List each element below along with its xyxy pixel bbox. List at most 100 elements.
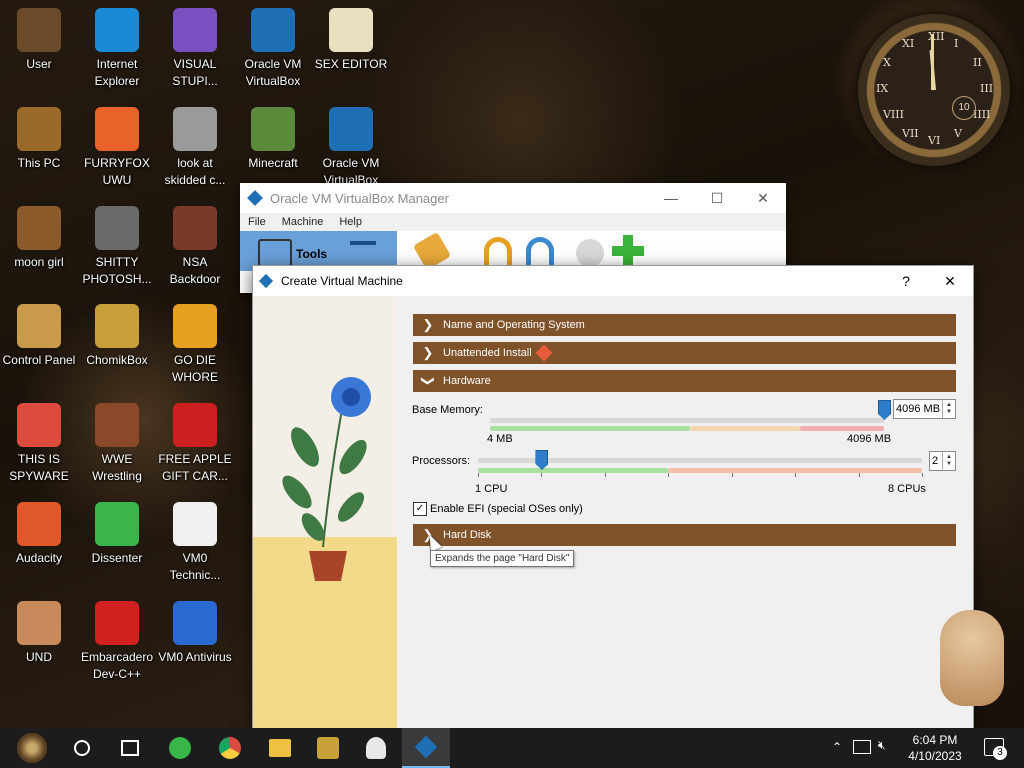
desktop-icon-label: Dissenter bbox=[91, 551, 143, 565]
dissenter-icon bbox=[169, 737, 191, 759]
menu-help[interactable]: Help bbox=[331, 216, 370, 228]
doctor-icon bbox=[366, 737, 386, 759]
desktop-icon[interactable]: UND bbox=[0, 601, 78, 666]
memory-red-zone bbox=[800, 426, 884, 431]
maximize-button[interactable]: ☐ bbox=[694, 183, 740, 213]
desktop-icon[interactable]: SEX EDITOR bbox=[312, 8, 390, 73]
menu-file[interactable]: File bbox=[240, 216, 274, 228]
desktop-icon[interactable]: Internet Explorer bbox=[78, 8, 156, 90]
efi-checkbox[interactable]: ✓ bbox=[413, 502, 427, 516]
section-name-os[interactable]: ❯ Name and Operating System bbox=[413, 314, 956, 336]
desktop-icon[interactable]: ChomikBox bbox=[78, 304, 156, 369]
section-unattended-label: Unattended Install bbox=[443, 347, 532, 359]
desktop-icon[interactable]: SHITTY PHOTOSH... bbox=[78, 206, 156, 288]
steampunk-screen-icon bbox=[173, 206, 217, 250]
tv-icon bbox=[95, 403, 139, 447]
base-memory-spinbox[interactable]: 4096 MB ▲ ▼ bbox=[893, 399, 956, 419]
discard-arrow-icon[interactable] bbox=[484, 237, 512, 265]
desktop-icon-label: SHITTY PHOTOSH... bbox=[82, 255, 152, 286]
warning-icon bbox=[535, 344, 553, 362]
start-button[interactable] bbox=[8, 728, 56, 768]
dialog-titlebar[interactable]: Create Virtual Machine bbox=[253, 266, 973, 296]
devcpp-icon bbox=[95, 601, 139, 645]
desktop-icon[interactable]: FURRYFOX UWU bbox=[78, 107, 156, 189]
processors-label: Processors: bbox=[412, 455, 471, 467]
firefox-icon bbox=[95, 107, 139, 151]
copy-pages-icon bbox=[173, 107, 217, 151]
chrome-icon bbox=[219, 737, 241, 759]
search-button[interactable] bbox=[58, 728, 106, 768]
minimize-button[interactable]: — bbox=[648, 183, 694, 213]
desktop-icon[interactable]: User bbox=[0, 8, 78, 73]
clock-numeral: VII bbox=[902, 127, 919, 141]
clock-date: 4/10/2023 bbox=[908, 749, 962, 763]
desktop-icon[interactable]: Control Panel bbox=[0, 304, 78, 369]
clock-numeral: X bbox=[882, 56, 891, 69]
chevron-up-icon[interactable]: ⌃ bbox=[832, 740, 842, 754]
desktop-icon[interactable]: WWE Wrestling bbox=[78, 403, 156, 485]
desktop-icon[interactable]: moon girl bbox=[0, 206, 78, 271]
spin-arrows-icon[interactable]: ▲ ▼ bbox=[942, 452, 955, 470]
network-icon[interactable] bbox=[853, 740, 871, 754]
spin-arrows-icon[interactable]: ▲ ▼ bbox=[942, 400, 955, 418]
processors-spinbox[interactable]: 2 ▲ ▼ bbox=[929, 451, 956, 471]
processors-slider-thumb[interactable] bbox=[535, 450, 549, 470]
hamster-box-icon bbox=[95, 304, 139, 348]
taskbar-chomikbox[interactable] bbox=[304, 728, 352, 768]
desktop-icon[interactable]: NSA Backdoor bbox=[156, 206, 234, 288]
cpu-min-label: 1 CPU bbox=[475, 483, 508, 495]
section-unattended-install[interactable]: ❯ Unattended Install bbox=[413, 342, 956, 364]
taskbar-chrome[interactable] bbox=[206, 728, 254, 768]
desktop-icon[interactable]: Oracle VM VirtualBox bbox=[312, 107, 390, 189]
desktop-icon[interactable]: Minecraft bbox=[234, 107, 312, 172]
help-button[interactable]: ? bbox=[883, 266, 929, 296]
desktop-icon[interactable]: GO DIE WHORE bbox=[156, 304, 234, 386]
add-plus-icon[interactable] bbox=[612, 235, 644, 267]
section-hardware[interactable]: ❯ Hardware bbox=[413, 370, 956, 392]
clock-numeral: I bbox=[954, 36, 959, 50]
slider-tick bbox=[795, 473, 797, 477]
desktop-icon-label: Audacity bbox=[15, 551, 63, 565]
close-button[interactable]: ✕ bbox=[740, 183, 786, 213]
slider-tick bbox=[668, 473, 670, 477]
section-hard-disk[interactable]: ❯ Hard Disk bbox=[413, 524, 956, 546]
base-memory-slider-thumb[interactable] bbox=[878, 400, 891, 420]
clock-widget: XII I II III IIII V VI VII VIII IX X XI 10 bbox=[858, 14, 1010, 166]
computer-icon bbox=[17, 107, 61, 151]
desktop-icon[interactable]: Dissenter bbox=[78, 502, 156, 567]
desktop-icon[interactable]: THIS IS SPYWARE bbox=[0, 403, 78, 485]
desktop-icon[interactable]: VM0 Technic... bbox=[156, 502, 234, 584]
base-memory-track[interactable] bbox=[490, 418, 884, 423]
taskbar-vm0[interactable] bbox=[352, 728, 400, 768]
chevron-right-icon: ❯ bbox=[422, 317, 434, 332]
desktop-icon-label: WWE Wrestling bbox=[92, 452, 142, 483]
processors-value: 2 bbox=[932, 455, 939, 467]
desktop-icon[interactable]: VISUAL STUPI... bbox=[156, 8, 234, 90]
task-view-button[interactable] bbox=[106, 728, 154, 768]
slider-tick bbox=[541, 473, 543, 477]
desktop-icon[interactable]: look at skidded c... bbox=[156, 107, 234, 189]
desktop-icon[interactable]: VM0 Antivirus bbox=[156, 601, 234, 666]
volume-muted-icon[interactable]: 🔇︎ bbox=[878, 738, 886, 753]
system-clock[interactable]: 6:04 PM 4/10/2023 bbox=[900, 732, 970, 764]
taskbar-file-explorer[interactable] bbox=[256, 728, 304, 768]
reset-arrow-icon[interactable] bbox=[526, 237, 554, 265]
chevron-right-icon: ❯ bbox=[422, 345, 434, 360]
desktop-icon-label: GO DIE WHORE bbox=[172, 353, 218, 384]
gear-icon[interactable] bbox=[576, 239, 604, 267]
notification-count-badge: 3 bbox=[993, 746, 1007, 760]
base-memory-value: 4096 MB bbox=[896, 403, 941, 415]
dialog-close-button[interactable]: ✕ bbox=[927, 266, 973, 296]
taskbar-virtualbox[interactable] bbox=[402, 728, 450, 768]
minecraft-icon bbox=[251, 107, 295, 151]
menu-machine[interactable]: Machine bbox=[274, 216, 332, 228]
desktop-icon[interactable]: Audacity bbox=[0, 502, 78, 567]
desktop-icon[interactable]: Embarcadero Dev-C++ bbox=[78, 601, 156, 683]
tools-icon bbox=[258, 239, 292, 267]
desktop-icon[interactable]: FREE APPLE GIFT CAR... bbox=[156, 403, 234, 485]
taskbar-dissenter[interactable] bbox=[156, 728, 204, 768]
desktop-icon[interactable]: This PC bbox=[0, 107, 78, 172]
desktop-icon-label: UND bbox=[26, 650, 52, 664]
desktop-icon-label: This PC bbox=[17, 156, 61, 170]
desktop-icon[interactable]: Oracle VM VirtualBox bbox=[234, 8, 312, 90]
